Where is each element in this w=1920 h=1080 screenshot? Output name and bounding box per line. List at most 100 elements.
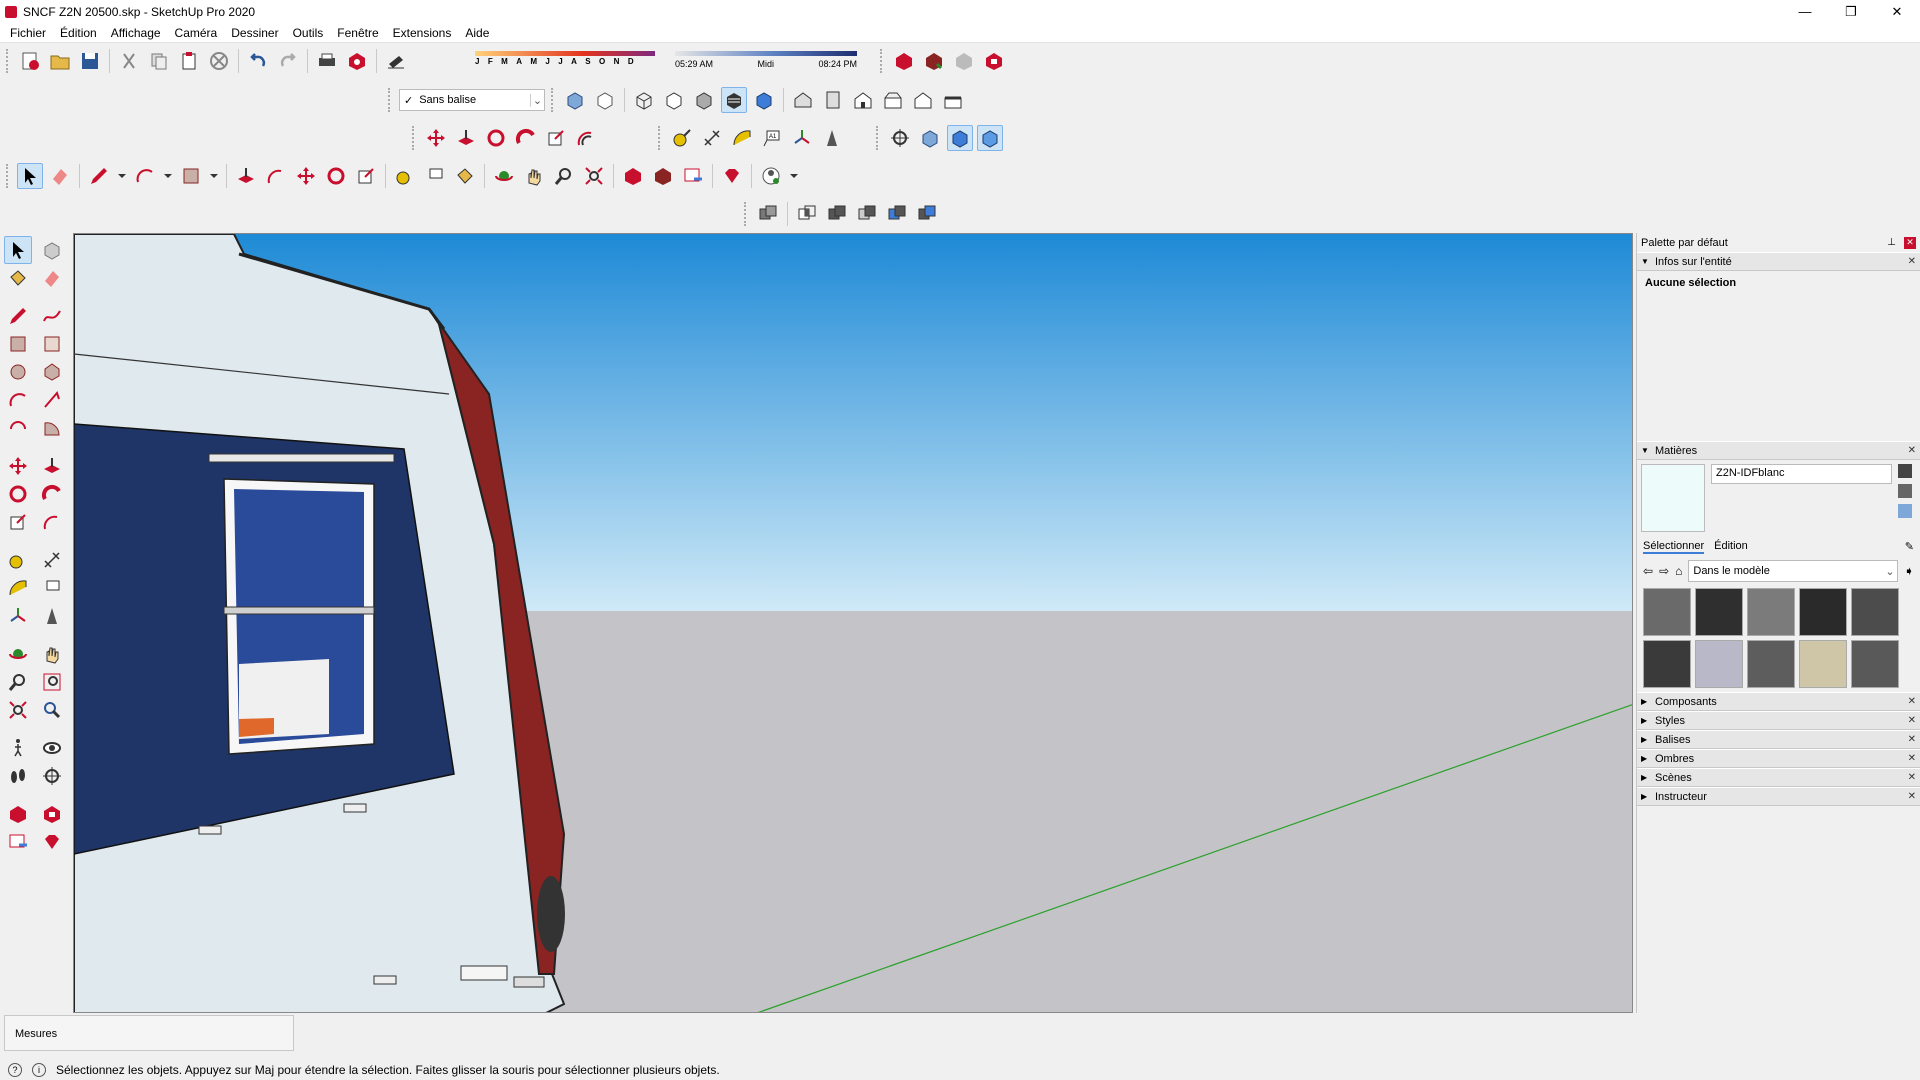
menu-aide[interactable]: Aide bbox=[458, 26, 496, 40]
wireframe-icon[interactable] bbox=[631, 87, 657, 113]
ruby-console-icon[interactable] bbox=[38, 828, 66, 856]
default-material-icon[interactable] bbox=[1898, 504, 1912, 518]
menu-outils[interactable]: Outils bbox=[286, 26, 331, 40]
3d-text-icon[interactable] bbox=[819, 125, 845, 151]
close-icon[interactable]: ✕ bbox=[1908, 791, 1916, 802]
dimension-icon[interactable] bbox=[38, 546, 66, 574]
menu-fichier[interactable]: Fichier bbox=[3, 26, 53, 40]
look-around-icon[interactable] bbox=[38, 734, 66, 762]
pin-icon[interactable]: ⊥ bbox=[1887, 237, 1896, 248]
left-view-icon[interactable] bbox=[940, 87, 966, 113]
walk-icon[interactable] bbox=[4, 734, 32, 762]
pencil-line-icon[interactable] bbox=[4, 302, 32, 330]
back-view-icon[interactable] bbox=[910, 87, 936, 113]
material-swatch[interactable] bbox=[1799, 640, 1847, 688]
tag-dropdown[interactable]: ✓ Sans balise ⌄ bbox=[399, 89, 545, 111]
back-edges-icon[interactable] bbox=[592, 87, 618, 113]
position-camera-icon[interactable] bbox=[887, 125, 913, 151]
chevron-down-icon[interactable] bbox=[162, 163, 174, 189]
material-swatch[interactable] bbox=[1695, 588, 1743, 636]
push-pull-icon[interactable] bbox=[453, 125, 479, 151]
close-icon[interactable]: ✕ bbox=[1908, 256, 1916, 267]
pan-hand-icon[interactable] bbox=[38, 640, 66, 668]
protractor-icon[interactable] bbox=[4, 574, 32, 602]
send-to-layout-icon[interactable] bbox=[4, 828, 32, 856]
material-name-field[interactable]: Z2N-IDFblanc bbox=[1711, 464, 1892, 484]
shaded-icon[interactable] bbox=[691, 87, 717, 113]
orbit-icon[interactable] bbox=[491, 163, 517, 189]
zoom-icon[interactable] bbox=[551, 163, 577, 189]
chevron-down-icon[interactable] bbox=[788, 163, 800, 189]
text-icon[interactable] bbox=[38, 574, 66, 602]
menu-extensions[interactable]: Extensions bbox=[386, 26, 459, 40]
tape-measure-icon[interactable] bbox=[392, 163, 418, 189]
text-icon[interactable]: A1 bbox=[759, 125, 785, 151]
material-swatch[interactable] bbox=[1643, 640, 1691, 688]
eraser-icon[interactable] bbox=[47, 163, 73, 189]
drawing-viewport[interactable] bbox=[73, 233, 1633, 1013]
menu-affichage[interactable]: Affichage bbox=[104, 26, 168, 40]
3d-warehouse-icon[interactable] bbox=[620, 163, 646, 189]
arc-icon[interactable] bbox=[132, 163, 158, 189]
scenes-header[interactable]: ▶ Scènes ✕ bbox=[1637, 768, 1920, 787]
offset-icon[interactable] bbox=[263, 163, 289, 189]
split-icon[interactable] bbox=[914, 201, 940, 227]
rotate-icon[interactable] bbox=[4, 480, 32, 508]
material-swatch[interactable] bbox=[1851, 640, 1899, 688]
section-display-icon[interactable] bbox=[947, 125, 973, 151]
rectangle-icon[interactable] bbox=[178, 163, 204, 189]
hidden-line-icon[interactable] bbox=[661, 87, 687, 113]
previous-view-icon[interactable] bbox=[38, 696, 66, 724]
account-icon[interactable] bbox=[758, 163, 784, 189]
follow-me-icon[interactable] bbox=[38, 480, 66, 508]
print-icon[interactable] bbox=[314, 48, 340, 74]
outer-shell-icon[interactable] bbox=[755, 201, 781, 227]
rotated-rectangle-icon[interactable] bbox=[38, 330, 66, 358]
geo-location-icon[interactable]: ? bbox=[8, 1063, 22, 1077]
forward-arrow-icon[interactable]: ⇨ bbox=[1659, 564, 1669, 578]
select-arrow-icon[interactable] bbox=[17, 163, 43, 189]
follow-me-icon[interactable] bbox=[513, 125, 539, 151]
close-icon[interactable]: ✕ bbox=[1908, 772, 1916, 783]
close-button[interactable]: ✕ bbox=[1874, 0, 1920, 23]
shadow-time-slider[interactable]: 05:29 AM Midi 08:24 PM bbox=[671, 47, 861, 75]
select-arrow-icon[interactable] bbox=[4, 236, 32, 264]
measurements-box[interactable]: Mesures bbox=[4, 1015, 294, 1051]
menu-edition[interactable]: Édition bbox=[53, 26, 104, 40]
material-swatch[interactable] bbox=[1747, 640, 1795, 688]
3d-warehouse-icon[interactable] bbox=[891, 48, 917, 74]
maximize-button[interactable]: ❐ bbox=[1828, 0, 1874, 23]
close-icon[interactable]: ✕ bbox=[1908, 715, 1916, 726]
info-icon[interactable]: i bbox=[32, 1063, 46, 1077]
extension-warehouse-icon[interactable] bbox=[981, 48, 1007, 74]
push-pull-icon[interactable] bbox=[38, 452, 66, 480]
zoom-icon[interactable] bbox=[4, 668, 32, 696]
axes-icon[interactable] bbox=[789, 125, 815, 151]
cut-icon[interactable] bbox=[116, 48, 142, 74]
pencil-line-icon[interactable] bbox=[86, 163, 112, 189]
section-cuts-icon[interactable] bbox=[977, 125, 1003, 151]
materials-header[interactable]: ▼ Matières ✕ bbox=[1637, 441, 1920, 460]
polygon-icon[interactable] bbox=[38, 358, 66, 386]
home-icon[interactable]: ⌂ bbox=[1675, 564, 1682, 578]
subtract-icon[interactable] bbox=[854, 201, 880, 227]
share-model-icon[interactable] bbox=[650, 163, 676, 189]
instructor-header[interactable]: ▶ Instructeur ✕ bbox=[1637, 787, 1920, 806]
monochrome-icon[interactable] bbox=[751, 87, 777, 113]
chevron-down-icon[interactable] bbox=[208, 163, 220, 189]
open-folder-icon[interactable] bbox=[47, 48, 73, 74]
offset-icon[interactable] bbox=[38, 508, 66, 536]
material-swatch[interactable] bbox=[1643, 588, 1691, 636]
material-swatch[interactable] bbox=[1851, 588, 1899, 636]
move-icon[interactable] bbox=[423, 125, 449, 151]
arc-icon[interactable] bbox=[4, 386, 32, 414]
undo-icon[interactable] bbox=[245, 48, 271, 74]
union-icon[interactable] bbox=[824, 201, 850, 227]
zoom-window-icon[interactable] bbox=[38, 668, 66, 696]
model-info-icon[interactable] bbox=[344, 48, 370, 74]
zoom-extents-icon[interactable] bbox=[581, 163, 607, 189]
axes-icon[interactable] bbox=[4, 602, 32, 630]
3d-warehouse-icon[interactable] bbox=[4, 800, 32, 828]
menu-dessiner[interactable]: Dessiner bbox=[224, 26, 285, 40]
front-view-icon[interactable] bbox=[850, 87, 876, 113]
